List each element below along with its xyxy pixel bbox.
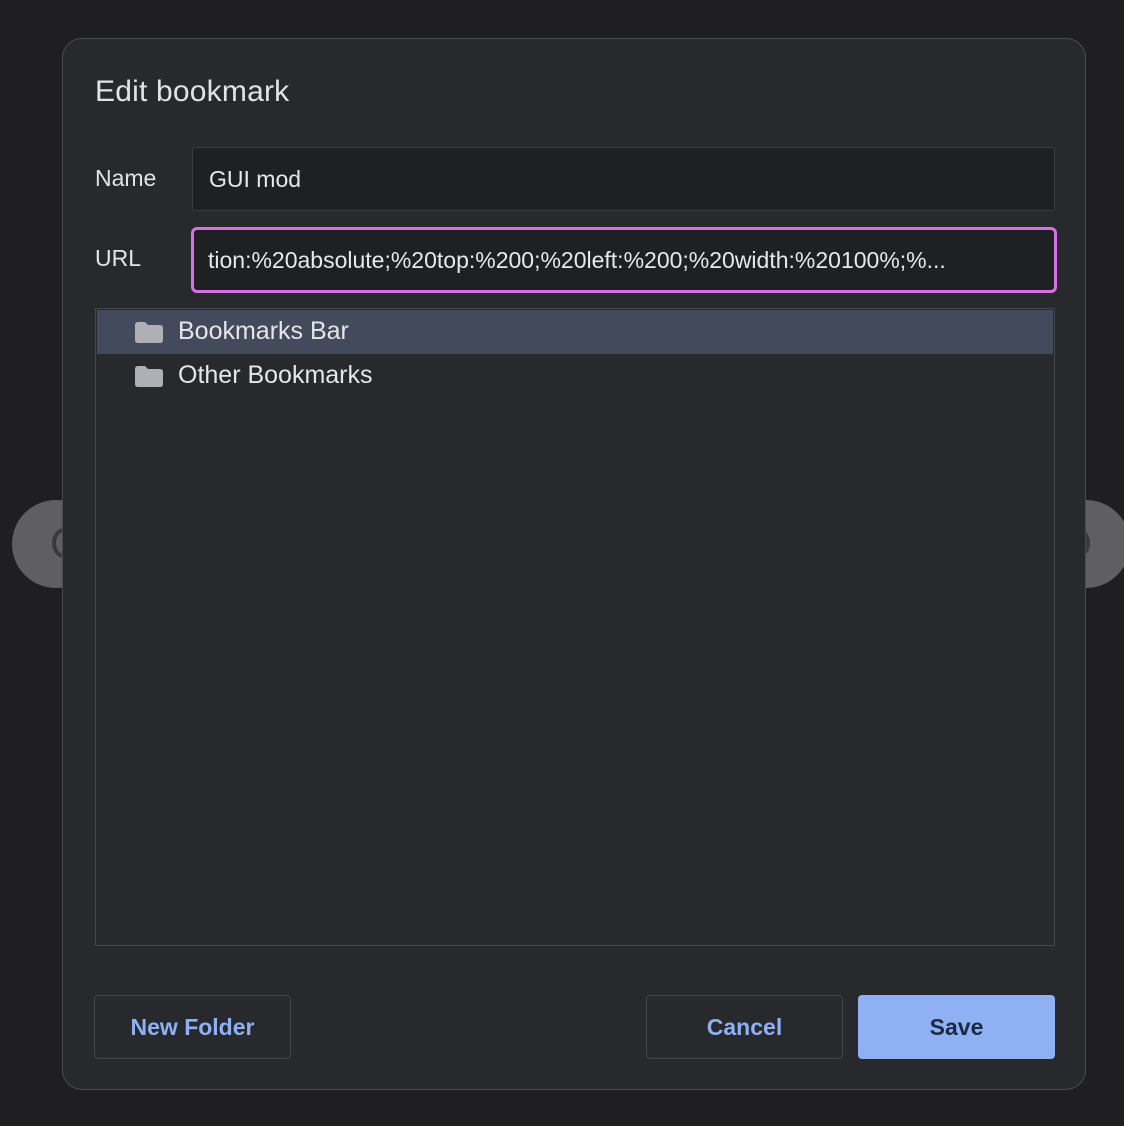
folder-row-label: Other Bookmarks — [178, 361, 373, 389]
folder-icon — [135, 366, 163, 387]
url-input[interactable]: tion:%20absolute;%20top:%200;%20left:%20… — [191, 227, 1057, 293]
dialog-title: Edit bookmark — [95, 75, 290, 108]
name-input[interactable] — [192, 147, 1055, 211]
cancel-button[interactable]: Cancel — [646, 995, 843, 1059]
folder-row-label: Bookmarks Bar — [178, 317, 349, 345]
name-label: Name — [95, 165, 157, 191]
url-label: URL — [95, 245, 142, 271]
save-button[interactable]: Save — [858, 995, 1055, 1059]
url-input-value: tion:%20absolute;%20top:%200;%20left:%20… — [208, 246, 946, 273]
folder-icon — [135, 322, 163, 343]
folder-row-other-bookmarks[interactable]: Other Bookmarks — [97, 354, 1053, 398]
edit-bookmark-dialog: Edit bookmark Name URL tion:%20absolute;… — [62, 38, 1086, 1090]
new-folder-button[interactable]: New Folder — [94, 995, 291, 1059]
folder-row-bookmarks-bar[interactable]: Bookmarks Bar — [97, 310, 1053, 354]
folder-tree[interactable]: Bookmarks Bar Other Bookmarks — [95, 308, 1055, 946]
